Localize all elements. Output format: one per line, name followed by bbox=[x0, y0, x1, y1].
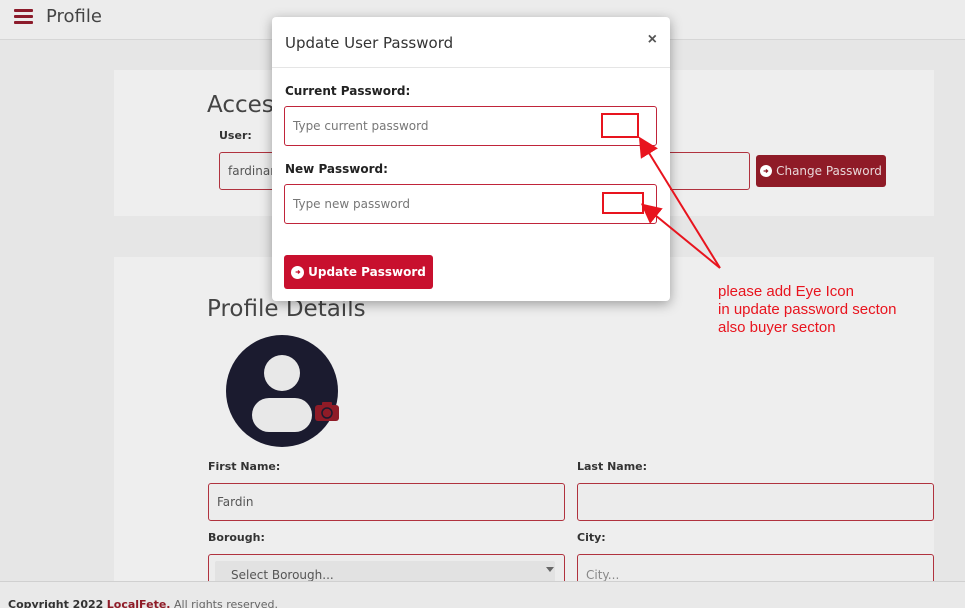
annotation-note: please add Eye Icon in update password s… bbox=[718, 283, 896, 337]
annotation-box-new bbox=[602, 192, 644, 214]
update-password-modal: Update User Password × Current Password:… bbox=[272, 17, 670, 301]
new-password-placeholder: Type new password bbox=[293, 197, 410, 211]
update-password-button[interactable]: Update Password bbox=[284, 255, 433, 289]
modal-header: Update User Password × bbox=[272, 17, 670, 68]
annotation-line-3: also buyer secton bbox=[718, 319, 836, 336]
modal-title: Update User Password bbox=[285, 34, 454, 52]
annotation-line-2: in update password secton bbox=[718, 301, 897, 318]
close-icon[interactable]: × bbox=[648, 31, 657, 49]
arrow-circle-icon bbox=[291, 265, 305, 279]
new-password-label: New Password: bbox=[285, 162, 388, 176]
current-password-label: Current Password: bbox=[285, 84, 411, 98]
annotation-box-current bbox=[601, 113, 639, 138]
annotation-line-1: please add Eye Icon bbox=[718, 283, 854, 300]
current-password-placeholder: Type current password bbox=[293, 119, 429, 133]
update-password-label: Update Password bbox=[308, 265, 426, 279]
